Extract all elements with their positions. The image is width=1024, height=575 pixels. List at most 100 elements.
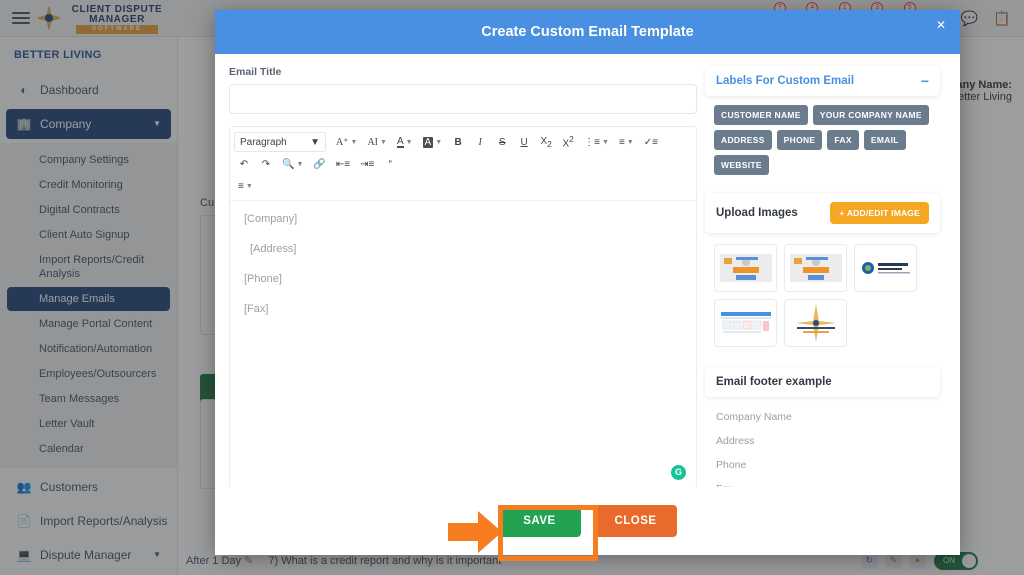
thumbnail-dashboard-screenshot[interactable] bbox=[714, 299, 777, 347]
footer-line-fax: Fax bbox=[716, 477, 929, 487]
editor-column: Email Title Paragraph ▼ A⁺ ▼ AI ▼ A ▼ A … bbox=[229, 66, 705, 487]
chevron-down-icon: ▼ bbox=[405, 138, 413, 146]
label-chip-email[interactable]: EMAIL bbox=[863, 130, 906, 150]
bold-icon: B bbox=[454, 136, 462, 148]
email-title-label: Email Title bbox=[229, 66, 282, 78]
minus-icon[interactable]: − bbox=[921, 74, 929, 88]
close-x-icon[interactable]: ✕ bbox=[932, 16, 950, 34]
close-button[interactable]: CLOSE bbox=[594, 505, 677, 537]
editor-line-address: [Address] bbox=[250, 243, 297, 255]
labels-panel: Labels For Custom Email − bbox=[705, 66, 940, 96]
outdent-button[interactable]: ⇤≡ bbox=[331, 154, 355, 174]
outdent-icon: ⇤≡ bbox=[335, 158, 351, 170]
align-left-icon: ≡ bbox=[238, 180, 244, 192]
editor-line-phone: [Phone] bbox=[244, 273, 282, 285]
rich-text-editor: Paragraph ▼ A⁺ ▼ AI ▼ A ▼ A ▼ B I S U X2… bbox=[229, 126, 697, 487]
text-color-button[interactable]: A ▼ bbox=[392, 132, 417, 152]
bold-button[interactable]: B bbox=[448, 132, 469, 152]
footer-line-company-name: Company Name bbox=[716, 411, 792, 423]
font-family-button[interactable]: A⁺ ▼ bbox=[332, 132, 362, 152]
label-chip-phone[interactable]: PHONE bbox=[776, 130, 823, 150]
toolbar-row-1: Paragraph ▼ A⁺ ▼ AI ▼ A ▼ A ▼ B I S U X2… bbox=[234, 131, 692, 153]
thumbnail-dashboard-screenshot-art bbox=[718, 310, 773, 336]
footer-line-address: Address bbox=[716, 435, 755, 447]
modal-header: Create Custom Email Template ✕ bbox=[215, 10, 960, 54]
upload-images-header: Upload Images + ADD/EDIT IMAGE bbox=[705, 193, 940, 233]
upload-images-title: Upload Images bbox=[716, 207, 798, 219]
editor-line-company: [Company] bbox=[244, 213, 298, 225]
subscript-icon: X2 bbox=[540, 135, 552, 149]
email-footer-example-list: Company Name Address Phone Fax bbox=[705, 401, 940, 487]
screen-root: CLIENT DISPUTE MANAGER SOFTWARE ⓘ ? 4 1 … bbox=[0, 0, 1024, 575]
labels-panel-header[interactable]: Labels For Custom Email − bbox=[705, 66, 940, 96]
label-chip-fax[interactable]: FAX bbox=[827, 130, 859, 150]
zoom-button[interactable]: 🔍 ▼ bbox=[278, 154, 308, 174]
link-button[interactable]: 🔗 bbox=[309, 154, 330, 174]
editor-toolbar: Paragraph ▼ A⁺ ▼ AI ▼ A ▼ A ▼ B I S U X2… bbox=[230, 127, 696, 201]
chevron-down-icon: ▼ bbox=[245, 182, 253, 190]
align-button[interactable]: ≡ ▼ bbox=[234, 176, 257, 196]
numbered-list-button[interactable]: ≡ ▼ bbox=[614, 132, 638, 152]
highlight-color-icon: A bbox=[422, 136, 434, 148]
toolbar-row-2: ≡ ▼ bbox=[234, 175, 692, 197]
superscript-button[interactable]: X2 bbox=[558, 132, 579, 152]
blockquote-button[interactable]: “ bbox=[380, 154, 401, 174]
highlight-color-button[interactable]: A ▼ bbox=[418, 132, 447, 152]
grammarly-icon[interactable]: G bbox=[671, 465, 686, 480]
sidebar-panels-column: Labels For Custom Email − CUSTOMER NAME … bbox=[705, 66, 940, 487]
thumbnail-dispute-banner-art bbox=[719, 254, 772, 282]
editor-line-fax: [Fax] bbox=[244, 303, 269, 315]
label-chip-address[interactable]: ADDRESS bbox=[714, 130, 772, 150]
strikethrough-button[interactable]: S bbox=[492, 132, 513, 152]
paragraph-style-value: Paragraph bbox=[240, 136, 287, 148]
bullet-list-icon: ⋮≡ bbox=[584, 136, 600, 148]
font-size-icon: AI bbox=[367, 136, 378, 148]
thumbnail-startup-credit-logo[interactable] bbox=[854, 244, 917, 292]
magnifier-icon: 🔍 bbox=[282, 158, 295, 170]
chevron-down-icon: ▼ bbox=[626, 138, 634, 146]
undo-button[interactable]: ↶ bbox=[234, 154, 254, 174]
link-icon: 🔗 bbox=[313, 158, 326, 170]
modal-title: Create Custom Email Template bbox=[481, 24, 694, 40]
modal-body: Email Title Paragraph ▼ A⁺ ▼ AI ▼ A ▼ A … bbox=[215, 54, 960, 487]
paragraph-style-select[interactable]: Paragraph ▼ bbox=[234, 132, 326, 152]
superscript-icon: X2 bbox=[562, 134, 574, 150]
thumbnail-grid bbox=[705, 239, 940, 359]
modal-footer: SAVE CLOSE bbox=[215, 487, 960, 555]
editor-content-area[interactable]: [Company] [Address] [Phone] [Fax] G bbox=[230, 201, 696, 487]
underline-icon: U bbox=[520, 136, 528, 148]
thumbnail-dispute-banner[interactable] bbox=[714, 244, 777, 292]
chevron-down-icon: ▼ bbox=[602, 138, 609, 146]
undo-icon: ↶ bbox=[239, 158, 249, 170]
check-list-icon: ✓≡ bbox=[643, 136, 658, 148]
label-chip-customer-name[interactable]: CUSTOMER NAME bbox=[714, 105, 808, 125]
thumbnail-recurring-banner[interactable] bbox=[784, 244, 847, 292]
labels-panel-title: Labels For Custom Email bbox=[716, 75, 855, 87]
check-list-button[interactable]: ✓≡ bbox=[639, 132, 662, 152]
add-edit-image-button[interactable]: + ADD/EDIT IMAGE bbox=[830, 202, 929, 224]
plus-icon: + bbox=[839, 208, 845, 218]
chevron-down-icon: ▼ bbox=[380, 138, 387, 146]
redo-button[interactable]: ↷ bbox=[256, 154, 276, 174]
subscript-button[interactable]: X2 bbox=[536, 132, 557, 152]
numbered-list-icon: ≡ bbox=[618, 136, 625, 148]
font-size-button[interactable]: AI ▼ bbox=[363, 132, 391, 152]
label-chip-your-company-name[interactable]: YOUR COMPANY NAME bbox=[812, 105, 929, 125]
italic-button[interactable]: I bbox=[470, 132, 491, 152]
add-edit-image-label: ADD/EDIT IMAGE bbox=[846, 208, 920, 218]
chevron-down-icon: ▼ bbox=[310, 136, 320, 148]
thumbnail-compass-logo[interactable] bbox=[784, 299, 847, 347]
indent-button[interactable]: ⇥≡ bbox=[356, 154, 379, 174]
underline-button[interactable]: U bbox=[514, 132, 535, 152]
toolbar-row-3: ↶ ↷ 🔍 ▼ 🔗 ⇤≡ ⇥≡ “ bbox=[234, 153, 692, 175]
email-title-input[interactable] bbox=[229, 84, 697, 114]
footer-line-phone: Phone bbox=[716, 459, 747, 471]
redo-icon: ↷ bbox=[261, 158, 271, 170]
create-email-template-modal: Create Custom Email Template ✕ Email Tit… bbox=[215, 10, 960, 555]
thumbnail-startup-credit-logo-art bbox=[858, 258, 913, 278]
bullet-list-button[interactable]: ⋮≡ ▼ bbox=[580, 132, 613, 152]
font-family-icon: A⁺ bbox=[336, 136, 349, 148]
label-chip-website[interactable]: WEBSITE bbox=[714, 155, 769, 175]
save-button[interactable]: SAVE bbox=[498, 505, 581, 537]
upload-images-panel: Upload Images + ADD/EDIT IMAGE bbox=[705, 193, 940, 233]
